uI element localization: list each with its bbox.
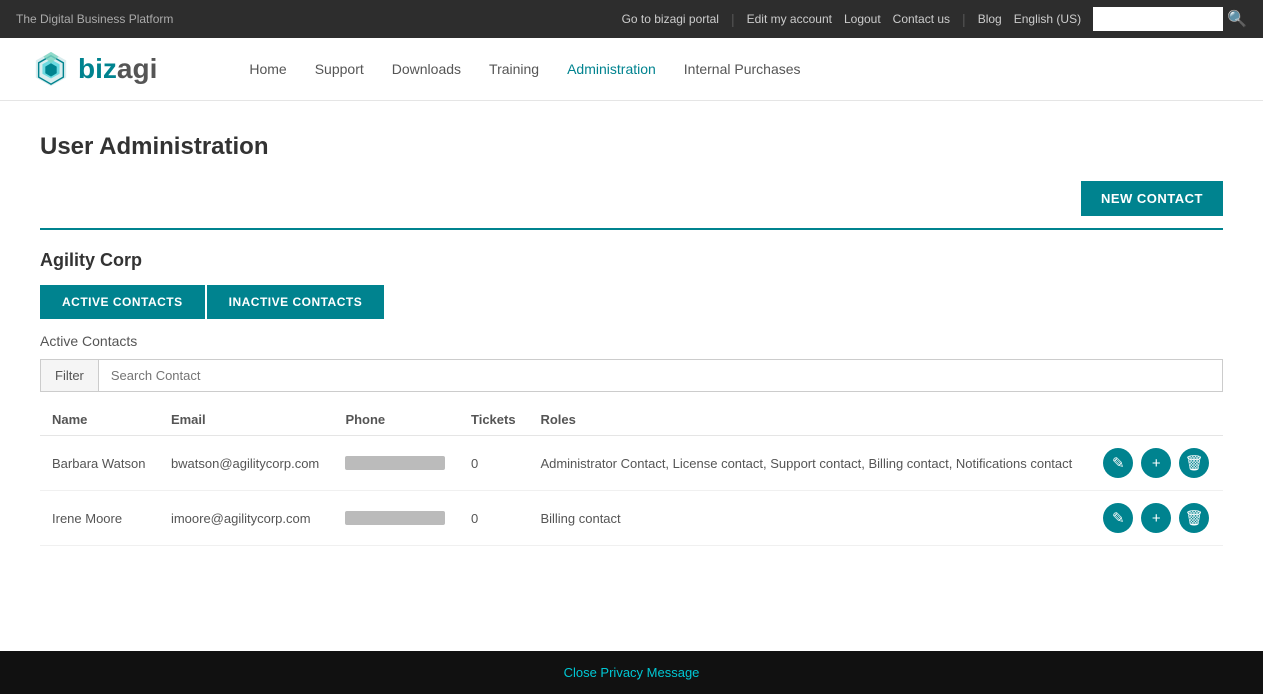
topbar: The Digital Business Platform Go to biza…: [0, 0, 1263, 38]
search-button[interactable]: 🔍: [1227, 9, 1247, 29]
contact-email-2: imoore@agilitycorp.com: [159, 491, 334, 546]
edit-button-2[interactable]: ✎: [1103, 503, 1133, 533]
contact-tickets-1: 0: [459, 436, 528, 491]
search-icon: 🔍: [1227, 9, 1247, 29]
divider: [40, 228, 1223, 230]
col-name: Name: [40, 404, 159, 436]
edit-button-1[interactable]: ✎: [1103, 448, 1133, 478]
page-title: User Administration: [40, 133, 1223, 161]
col-email: Email: [159, 404, 334, 436]
filter-row: Filter: [40, 359, 1223, 392]
edit-account-link[interactable]: Edit my account: [747, 12, 832, 26]
new-contact-row: NEW CONTACT: [40, 181, 1223, 216]
logo[interactable]: bizagi: [32, 50, 157, 88]
new-contact-button[interactable]: NEW CONTACT: [1081, 181, 1223, 216]
delete-icon-1: 🗑: [1185, 454, 1204, 472]
contact-roles-1: Administrator Contact, License contact, …: [528, 436, 1091, 491]
table-header: Name Email Phone Tickets Roles: [40, 404, 1223, 436]
edit-icon-2: ✎: [1112, 509, 1125, 527]
navbar: bizagi Home Support Downloads Training A…: [0, 38, 1263, 101]
search-contact-input[interactable]: [99, 360, 1222, 391]
privacy-footer: Close Privacy Message: [0, 651, 1263, 694]
action-icons-2: ✎ + 🗑: [1103, 503, 1211, 533]
main-content: User Administration NEW CONTACT Agility …: [0, 101, 1263, 578]
contact-us-link[interactable]: Contact us: [893, 12, 950, 26]
add-button-2[interactable]: +: [1141, 503, 1171, 533]
filter-button[interactable]: Filter: [41, 360, 99, 391]
nav-home[interactable]: Home: [249, 61, 286, 77]
contact-actions-2: ✎ + 🗑: [1091, 491, 1223, 546]
section-label: Active Contacts: [40, 333, 1223, 349]
logout-link[interactable]: Logout: [844, 12, 881, 26]
blog-link[interactable]: Blog: [978, 12, 1002, 26]
col-tickets: Tickets: [459, 404, 528, 436]
col-actions: [1091, 404, 1223, 436]
nav-training[interactable]: Training: [489, 61, 539, 77]
table-row: Barbara Watson bwatson@agilitycorp.com 0…: [40, 436, 1223, 491]
search-box: 🔍: [1093, 7, 1247, 31]
delete-button-1[interactable]: 🗑: [1179, 448, 1209, 478]
close-privacy-link[interactable]: Close Privacy Message: [564, 665, 700, 680]
table-row: Irene Moore imoore@agilitycorp.com 0 Bil…: [40, 491, 1223, 546]
table-body: Barbara Watson bwatson@agilitycorp.com 0…: [40, 436, 1223, 546]
company-name: Agility Corp: [40, 250, 1223, 271]
contact-tickets-2: 0: [459, 491, 528, 546]
nav-links: Home Support Downloads Training Administ…: [249, 61, 800, 77]
search-input[interactable]: [1093, 7, 1223, 31]
tab-inactive-contacts[interactable]: INACTIVE CONTACTS: [207, 285, 385, 319]
phone-blur-1: [345, 456, 445, 470]
add-button-1[interactable]: +: [1141, 448, 1171, 478]
contacts-table: Name Email Phone Tickets Roles Barbara W…: [40, 404, 1223, 546]
contact-email-1: bwatson@agilitycorp.com: [159, 436, 334, 491]
logo-icon: [32, 50, 70, 88]
bizagi-portal-link[interactable]: Go to bizagi portal: [622, 12, 719, 26]
language-selector[interactable]: English (US): [1014, 12, 1081, 26]
add-icon-1: +: [1152, 455, 1161, 472]
nav-administration[interactable]: Administration: [567, 61, 656, 77]
tab-active-contacts[interactable]: ACTIVE CONTACTS: [40, 285, 207, 319]
contact-phone-2: [333, 491, 459, 546]
contact-actions-1: ✎ + 🗑: [1091, 436, 1223, 491]
tab-buttons: ACTIVE CONTACTS INACTIVE CONTACTS: [40, 285, 1223, 319]
col-phone: Phone: [333, 404, 459, 436]
contact-name-1: Barbara Watson: [40, 436, 159, 491]
contact-name-2: Irene Moore: [40, 491, 159, 546]
phone-blur-2: [345, 511, 445, 525]
contact-phone-1: [333, 436, 459, 491]
col-roles: Roles: [528, 404, 1091, 436]
contact-roles-2: Billing contact: [528, 491, 1091, 546]
delete-icon-2: 🗑: [1185, 509, 1204, 527]
edit-icon-1: ✎: [1112, 454, 1125, 472]
delete-button-2[interactable]: 🗑: [1179, 503, 1209, 533]
add-icon-2: +: [1152, 510, 1161, 527]
site-name: The Digital Business Platform: [16, 12, 173, 26]
nav-downloads[interactable]: Downloads: [392, 61, 461, 77]
nav-internal-purchases[interactable]: Internal Purchases: [684, 61, 801, 77]
nav-support[interactable]: Support: [315, 61, 364, 77]
action-icons-1: ✎ + 🗑: [1103, 448, 1211, 478]
logo-text: bizagi: [78, 53, 157, 85]
